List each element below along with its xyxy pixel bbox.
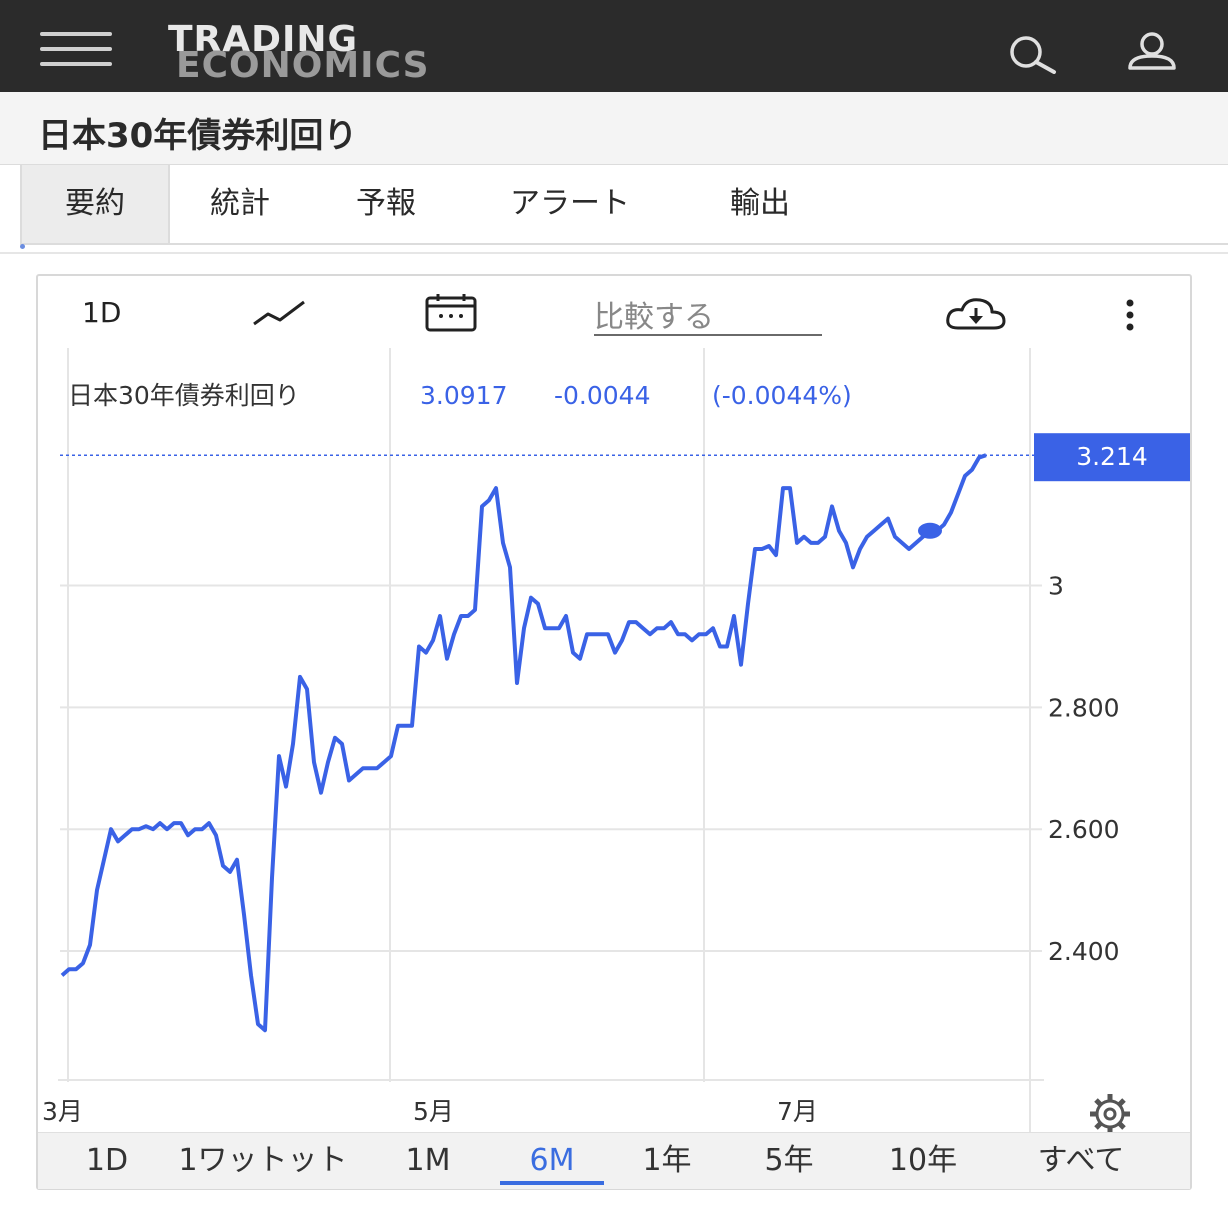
range-5y[interactable]: 5年 xyxy=(744,1141,834,1181)
tab-summary[interactable]: 要約 xyxy=(20,165,170,243)
chart-plot[interactable]: 2.400 2.600 2.800 3 3月 5月 7月 日本30年債券利回り 3.091… xyxy=(38,276,1190,1132)
legend-value: 3.0917 xyxy=(420,381,507,410)
divider xyxy=(0,252,1228,254)
search-icon[interactable] xyxy=(1004,34,1058,74)
trading-economics-logo[interactable]: TRADING ECONOMICS xyxy=(168,18,518,84)
chart-card: 1D 比較する 2.400 2.600 2.800 3 3月 5月 7月 日本30年債券利… xyxy=(36,274,1192,1190)
y-tick-label: 3 xyxy=(1048,572,1064,601)
x-tick-label: 5月 xyxy=(413,1097,454,1126)
range-active-underline xyxy=(500,1181,604,1185)
y-tick-label: 2.800 xyxy=(1048,693,1120,722)
top-bar: TRADING ECONOMICS xyxy=(0,0,1228,92)
range-selector: 1D 1ワットット 1M 6M 1年 5年 10年 すべて xyxy=(38,1132,1190,1189)
tab-bar: 要約 統計 予報 アラート 輸出 xyxy=(20,165,1228,245)
tab-scroll-indicator xyxy=(20,244,25,249)
legend-change-pct: (-0.0044%) xyxy=(712,381,852,410)
tab-alerts[interactable]: アラート xyxy=(480,165,660,243)
range-1w[interactable]: 1ワットット xyxy=(178,1141,348,1181)
series-line xyxy=(60,453,987,1033)
hover-marker xyxy=(918,522,942,539)
legend-change: -0.0044 xyxy=(554,381,651,410)
tab-forecast[interactable]: 予報 xyxy=(326,165,446,243)
hamburger-menu-icon[interactable] xyxy=(40,30,112,68)
tab-export[interactable]: 輸出 xyxy=(700,165,820,243)
x-tick-label: 3月 xyxy=(42,1097,83,1126)
y-tick-label: 2.400 xyxy=(1048,937,1120,966)
range-1d[interactable]: 1D xyxy=(72,1141,142,1181)
range-1m[interactable]: 1M xyxy=(388,1141,468,1181)
last-price-label: 3.214 xyxy=(1076,442,1148,471)
range-10y[interactable]: 10年 xyxy=(868,1141,978,1181)
x-tick-label: 7月 xyxy=(777,1097,818,1126)
tab-statistics[interactable]: 統計 xyxy=(180,165,300,243)
page-title: 日本30年債券利回り xyxy=(38,116,358,156)
range-all[interactable]: すべて xyxy=(1014,1141,1148,1181)
range-6m[interactable]: 6M xyxy=(500,1141,604,1181)
logo-line2: ECONOMICS xyxy=(176,45,430,86)
legend-series-name: 日本30年債券利回り xyxy=(68,381,300,410)
y-tick-label: 2.600 xyxy=(1048,815,1120,844)
user-icon[interactable] xyxy=(1126,32,1178,72)
gear-icon[interactable] xyxy=(1090,1094,1130,1132)
title-bar: 日本30年債券利回り xyxy=(0,92,1228,165)
range-1y[interactable]: 1年 xyxy=(622,1141,712,1181)
